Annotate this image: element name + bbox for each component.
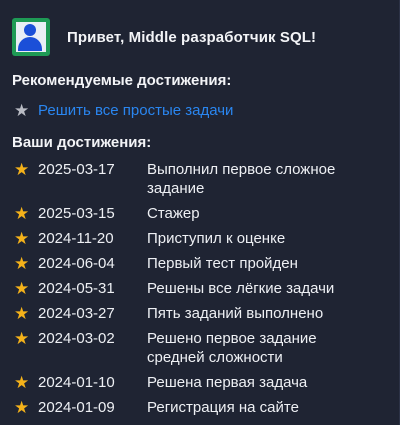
achievement-date: 2025-03-15 (38, 205, 115, 222)
achievement-date: 2024-01-10 (38, 374, 115, 391)
achievement-date: 2024-05-31 (38, 280, 115, 297)
achievement-title: Решено первое задание средней сложности (147, 330, 317, 366)
star-icon: ★ (14, 229, 30, 248)
recommended-title: Рекомендуемые достижения: (12, 72, 232, 89)
star-icon: ★ (14, 279, 30, 298)
achievement-row: ★ 2024-03-02 Решено первое задание средн… (14, 329, 398, 367)
star-icon: ★ (14, 329, 30, 348)
achievement-row: ★ 2024-06-04 Первый тест пройден (14, 254, 398, 273)
achievement-title: Приступил к оценке (147, 230, 286, 247)
star-icon: ★ (14, 304, 30, 323)
achievement-date: 2024-03-02 (38, 330, 115, 347)
recommended-link[interactable]: Решить все простые задачи (38, 101, 233, 121)
achievement-row: ★ 2024-01-09 Регистрация на сайте (14, 398, 398, 417)
achievements-panel: Привет, Middle разработчик SQL! Рекоменд… (0, 0, 400, 425)
star-icon: ★ (14, 373, 30, 392)
achievement-date: 2024-06-04 (38, 255, 115, 272)
star-icon: ★ (14, 398, 30, 417)
star-gray-icon: ★ (14, 101, 30, 120)
achievement-title: Выполнил первое сложное задание (147, 161, 336, 197)
user-avatar-icon[interactable] (12, 18, 50, 56)
star-icon: ★ (14, 254, 30, 273)
achievement-title: Регистрация на сайте (147, 399, 299, 416)
recommended-item: ★ Решить все простые задачи (14, 101, 233, 121)
achievement-title: Решены все лёгкие задачи (147, 280, 335, 297)
profile-header: Привет, Middle разработчик SQL! (12, 18, 316, 56)
star-icon: ★ (14, 160, 30, 179)
achievement-date: 2024-03-27 (38, 305, 115, 322)
achievement-date: 2024-11-20 (38, 230, 114, 247)
achievement-date: 2025-03-17 (38, 161, 115, 178)
achievement-row: ★ 2024-03-27 Пять заданий выполнено (14, 304, 398, 323)
achievement-row: ★ 2024-11-20 Приступил к оценке (14, 229, 398, 248)
achievement-row: ★ 2025-03-15 Стажер (14, 204, 398, 223)
greeting-text: Привет, Middle разработчик SQL! (67, 28, 317, 46)
star-icon: ★ (14, 204, 30, 223)
achievement-row: ★ 2024-05-31 Решены все лёгкие задачи (14, 279, 398, 298)
achievement-row: ★ 2025-03-17 Выполнил первое сложное зад… (14, 160, 398, 198)
achievement-date: 2024-01-09 (38, 399, 115, 416)
achievement-title: Пять заданий выполнено (147, 305, 324, 322)
achievements-list: ★ 2025-03-17 Выполнил первое сложное зад… (14, 160, 398, 423)
your-achievements-title: Ваши достижения: (12, 134, 152, 151)
achievement-title: Первый тест пройден (147, 255, 298, 272)
achievement-title: Стажер (147, 205, 200, 222)
achievement-title: Решена первая задача (147, 374, 308, 391)
achievement-row: ★ 2024-01-10 Решена первая задача (14, 373, 398, 392)
